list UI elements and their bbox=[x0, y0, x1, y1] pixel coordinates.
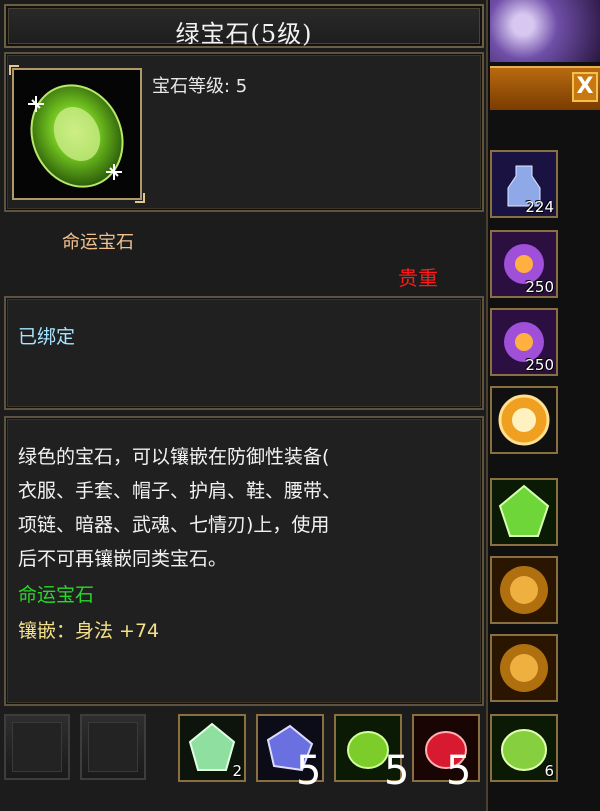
decorative-art bbox=[490, 0, 600, 62]
item-count: 224 bbox=[525, 198, 554, 216]
close-button[interactable]: X bbox=[572, 72, 598, 102]
item-count: 2 bbox=[232, 762, 242, 780]
inventory-slot[interactable]: 6 bbox=[490, 714, 558, 782]
tooltip-title-bar: 绿宝石(5级) bbox=[4, 4, 484, 48]
item-title: 绿宝石(5级) bbox=[175, 20, 313, 48]
item-count: 250 bbox=[525, 278, 554, 296]
inventory-slot[interactable] bbox=[490, 556, 558, 624]
overlay-number: 5 bbox=[296, 748, 322, 794]
item-tooltip: 绿宝石(5级) 宝石等级: 5 命运宝石 贵重 已绑定 绿色的宝石，可以镶嵌在防… bbox=[0, 0, 488, 811]
inventory-slot[interactable]: 2 bbox=[178, 714, 246, 782]
description-text: 绿色的宝石，可以镶嵌在防御性装备( 衣服、手套、帽子、护肩、鞋、腰带、 项链、暗… bbox=[18, 440, 466, 576]
inventory-slot[interactable]: 250 bbox=[490, 230, 558, 298]
description-line: 绿色的宝石，可以镶嵌在防御性装备( bbox=[18, 446, 330, 468]
item-icon-frame bbox=[9, 65, 145, 203]
binding-panel bbox=[4, 296, 484, 410]
gem-type-text: 命运宝石 bbox=[62, 232, 134, 253]
description-line: 后不可再镶嵌同类宝石。 bbox=[18, 548, 228, 570]
gold-orb-icon bbox=[492, 636, 556, 700]
rarity-text: 贵重 bbox=[398, 266, 438, 290]
overlay-number: 5 bbox=[446, 748, 472, 794]
set-name-text: 命运宝石 bbox=[18, 584, 95, 606]
overlay-number: 5 bbox=[384, 748, 410, 794]
empty-slot[interactable] bbox=[80, 714, 146, 780]
gem-level-text: 宝石等级: 5 bbox=[152, 76, 248, 97]
item-count: 6 bbox=[544, 762, 554, 780]
bound-status-text: 已绑定 bbox=[18, 326, 76, 348]
inventory-slot[interactable]: 250 bbox=[490, 308, 558, 376]
inventory-slot[interactable] bbox=[490, 478, 558, 546]
attribute-text: 镶嵌：身法 +74 bbox=[18, 620, 160, 642]
description-line: 项链、暗器、武魂、七情刃)上，使用 bbox=[18, 514, 330, 536]
description-line: 衣服、手套、帽子、护肩、鞋、腰带、 bbox=[18, 480, 342, 502]
green-gem-icon bbox=[14, 70, 140, 198]
inventory-slot[interactable]: 224 bbox=[490, 150, 558, 218]
gold-orb-icon bbox=[492, 558, 556, 622]
green-gem-icon bbox=[492, 480, 556, 544]
inventory-slot[interactable] bbox=[490, 634, 558, 702]
item-count: 250 bbox=[525, 356, 554, 374]
empty-slot[interactable] bbox=[4, 714, 70, 780]
inventory-slot[interactable] bbox=[490, 386, 558, 454]
orange-token-icon bbox=[492, 388, 556, 452]
